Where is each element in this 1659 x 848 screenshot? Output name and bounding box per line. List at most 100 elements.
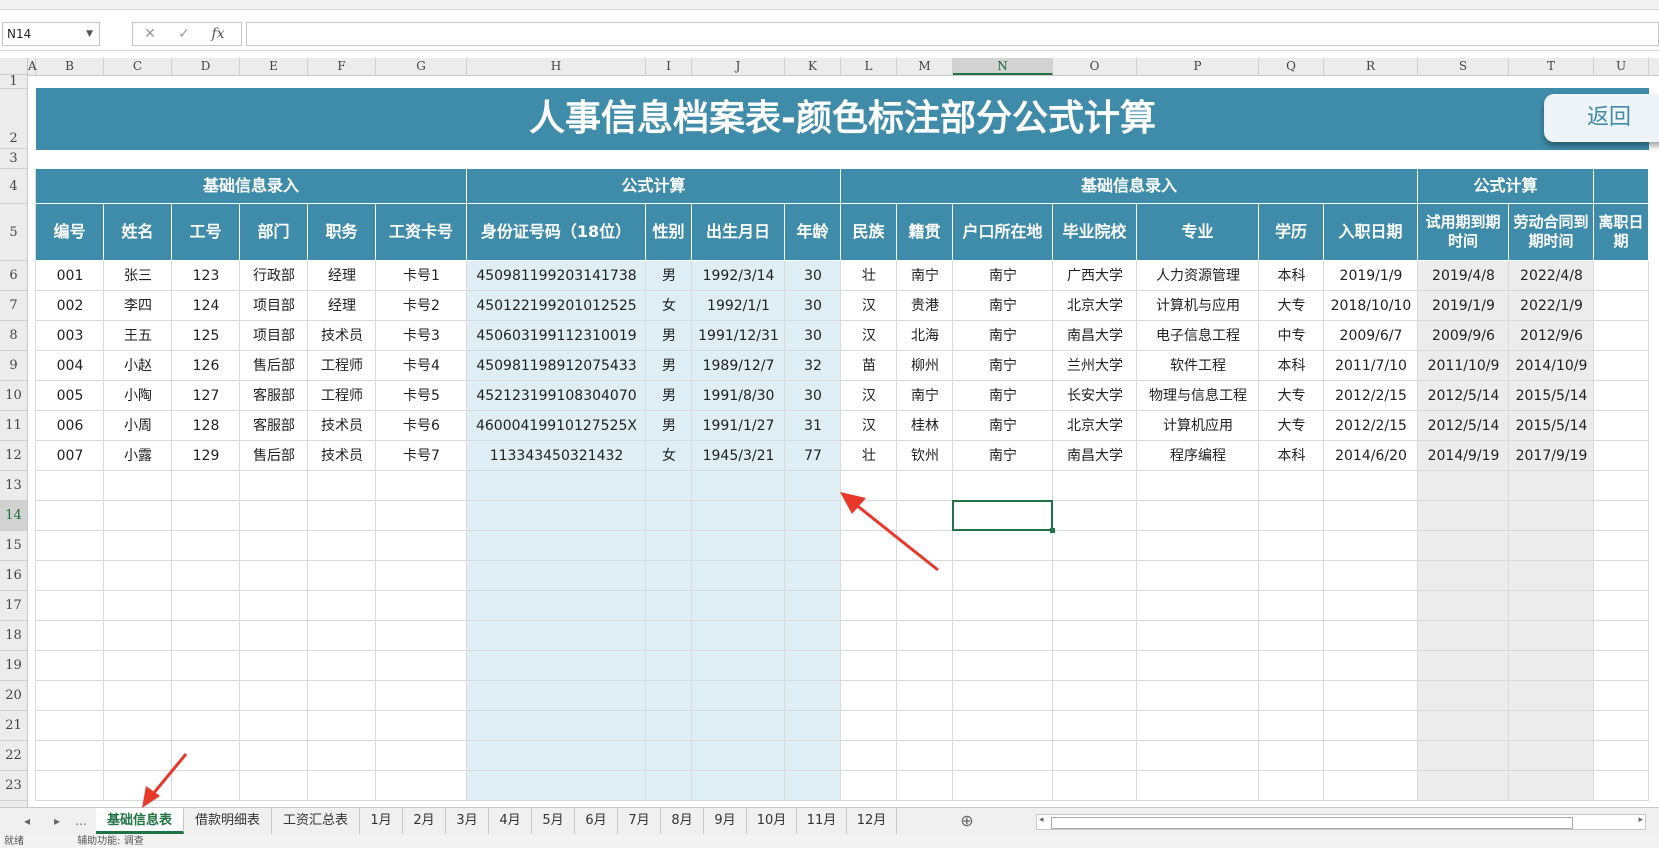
data-cell[interactable]: 2022/4/8	[1509, 261, 1594, 291]
data-cell[interactable]: 005	[36, 381, 104, 411]
data-cell[interactable]: 004	[36, 351, 104, 381]
data-cell[interactable]: 小露	[104, 441, 172, 471]
data-cell[interactable]	[1594, 381, 1649, 411]
data-cell[interactable]: 男	[646, 411, 692, 441]
data-cell[interactable]: 31	[785, 411, 841, 441]
data-cell[interactable]: 2014/10/9	[1509, 351, 1594, 381]
data-cell[interactable]: 大专	[1259, 411, 1324, 441]
column-header-h[interactable]: H	[467, 58, 646, 75]
data-cell[interactable]: 北京大学	[1053, 411, 1137, 441]
sheet-tab[interactable]: 2月	[403, 808, 446, 834]
data-cell[interactable]: 2014/9/19	[1418, 441, 1509, 471]
column-header-a[interactable]: A	[28, 58, 37, 75]
data-cell[interactable]: 1991/1/27	[692, 411, 785, 441]
data-cell[interactable]: 450981198912075433	[467, 351, 646, 381]
data-cell[interactable]: 计算机与应用	[1137, 291, 1259, 321]
data-cell[interactable]: 工程师	[308, 351, 376, 381]
data-cell[interactable]	[1594, 411, 1649, 441]
data-cell[interactable]: 2012/2/15	[1324, 411, 1418, 441]
data-cell[interactable]: 男	[646, 381, 692, 411]
data-cell[interactable]: 77	[785, 441, 841, 471]
column-header-i[interactable]: I	[646, 58, 692, 75]
data-cell[interactable]	[1594, 321, 1649, 351]
data-cell[interactable]: 大专	[1259, 291, 1324, 321]
data-cell[interactable]	[1594, 351, 1649, 381]
data-cell[interactable]: 007	[36, 441, 104, 471]
row-header-3[interactable]: 3	[0, 149, 27, 169]
data-cell[interactable]: 物理与信息工程	[1137, 381, 1259, 411]
sheet-tab[interactable]: 10月	[747, 808, 797, 834]
data-cell[interactable]: 客服部	[240, 381, 308, 411]
data-cell[interactable]: 450122199201012525	[467, 291, 646, 321]
data-cell[interactable]: 126	[172, 351, 240, 381]
data-cell[interactable]: 30	[785, 261, 841, 291]
tab-prev-icon[interactable]: ◂	[16, 808, 38, 834]
data-cell[interactable]: 北海	[897, 321, 953, 351]
data-cell[interactable]: 2009/9/6	[1418, 321, 1509, 351]
data-cell[interactable]: 小周	[104, 411, 172, 441]
data-cell[interactable]: 长安大学	[1053, 381, 1137, 411]
sheet-tab[interactable]: 12月	[847, 808, 897, 834]
sheet-tab[interactable]: 工资汇总表	[272, 808, 360, 834]
data-cell[interactable]: 1992/1/1	[692, 291, 785, 321]
name-box[interactable]: N14 ▼	[2, 22, 100, 46]
data-cell[interactable]: 汉	[841, 321, 897, 351]
scroll-right-icon[interactable]: ▸	[1638, 815, 1643, 825]
sheet-tab[interactable]: 11月	[797, 808, 847, 834]
column-header-r[interactable]: R	[1324, 58, 1418, 75]
data-cell[interactable]: 经理	[308, 291, 376, 321]
data-cell[interactable]: 卡号2	[376, 291, 467, 321]
column-header-s[interactable]: S	[1418, 58, 1509, 75]
data-cell[interactable]: 中专	[1259, 321, 1324, 351]
row-header-18[interactable]: 18	[0, 621, 27, 651]
data-cell[interactable]: 006	[36, 411, 104, 441]
sheet-tab[interactable]: 6月	[575, 808, 618, 834]
data-cell[interactable]: 王五	[104, 321, 172, 351]
data-cell[interactable]: 项目部	[240, 291, 308, 321]
data-cell[interactable]: 2022/1/9	[1509, 291, 1594, 321]
data-cell[interactable]: 汉	[841, 291, 897, 321]
data-cell[interactable]	[1594, 441, 1649, 471]
row-header-13[interactable]: 13	[0, 471, 27, 501]
row-header-19[interactable]: 19	[0, 651, 27, 681]
row-header-7[interactable]: 7	[0, 291, 27, 321]
row-header-1[interactable]: 1	[0, 75, 27, 89]
column-header-g[interactable]: G	[376, 58, 467, 75]
data-cell[interactable]: 2019/1/9	[1324, 261, 1418, 291]
data-cell[interactable]: 卡号5	[376, 381, 467, 411]
data-cell[interactable]: 002	[36, 291, 104, 321]
data-cell[interactable]: 2019/4/8	[1418, 261, 1509, 291]
row-header-2[interactable]: 2	[0, 89, 27, 149]
sheet-tab[interactable]: 9月	[704, 808, 747, 834]
data-cell[interactable]: 北京大学	[1053, 291, 1137, 321]
row-header-14[interactable]: 14	[0, 501, 27, 531]
data-cell[interactable]: 本科	[1259, 261, 1324, 291]
data-cell[interactable]: 贵港	[897, 291, 953, 321]
column-header-t[interactable]: T	[1509, 58, 1594, 75]
data-cell[interactable]: 小赵	[104, 351, 172, 381]
column-header-k[interactable]: K	[785, 58, 841, 75]
column-header-c[interactable]: C	[104, 58, 172, 75]
row-header-11[interactable]: 11	[0, 411, 27, 441]
data-cell[interactable]: 苗	[841, 351, 897, 381]
data-cell[interactable]: 经理	[308, 261, 376, 291]
data-cell[interactable]: 卡号1	[376, 261, 467, 291]
sheet-tab[interactable]: 7月	[618, 808, 661, 834]
data-cell[interactable]: 汉	[841, 411, 897, 441]
row-header-5[interactable]: 5	[0, 204, 27, 261]
data-cell[interactable]: 大专	[1259, 381, 1324, 411]
insert-function-icon[interactable]: fx	[201, 23, 235, 45]
data-cell[interactable]: 技术员	[308, 411, 376, 441]
sheet-tab[interactable]: 借款明细表	[184, 808, 272, 834]
data-cell[interactable]: 2018/10/10	[1324, 291, 1418, 321]
sheet-tab[interactable]: 4月	[489, 808, 532, 834]
data-cell[interactable]: 1945/3/21	[692, 441, 785, 471]
data-cell[interactable]: 124	[172, 291, 240, 321]
data-cell[interactable]: 2012/5/14	[1418, 411, 1509, 441]
data-cell[interactable]: 南宁	[953, 441, 1053, 471]
data-cell[interactable]	[1594, 291, 1649, 321]
data-cell[interactable]: 1989/12/7	[692, 351, 785, 381]
data-cell[interactable]: 113343450321432	[467, 441, 646, 471]
data-cell[interactable]: 450981199203141738	[467, 261, 646, 291]
row-header-17[interactable]: 17	[0, 591, 27, 621]
